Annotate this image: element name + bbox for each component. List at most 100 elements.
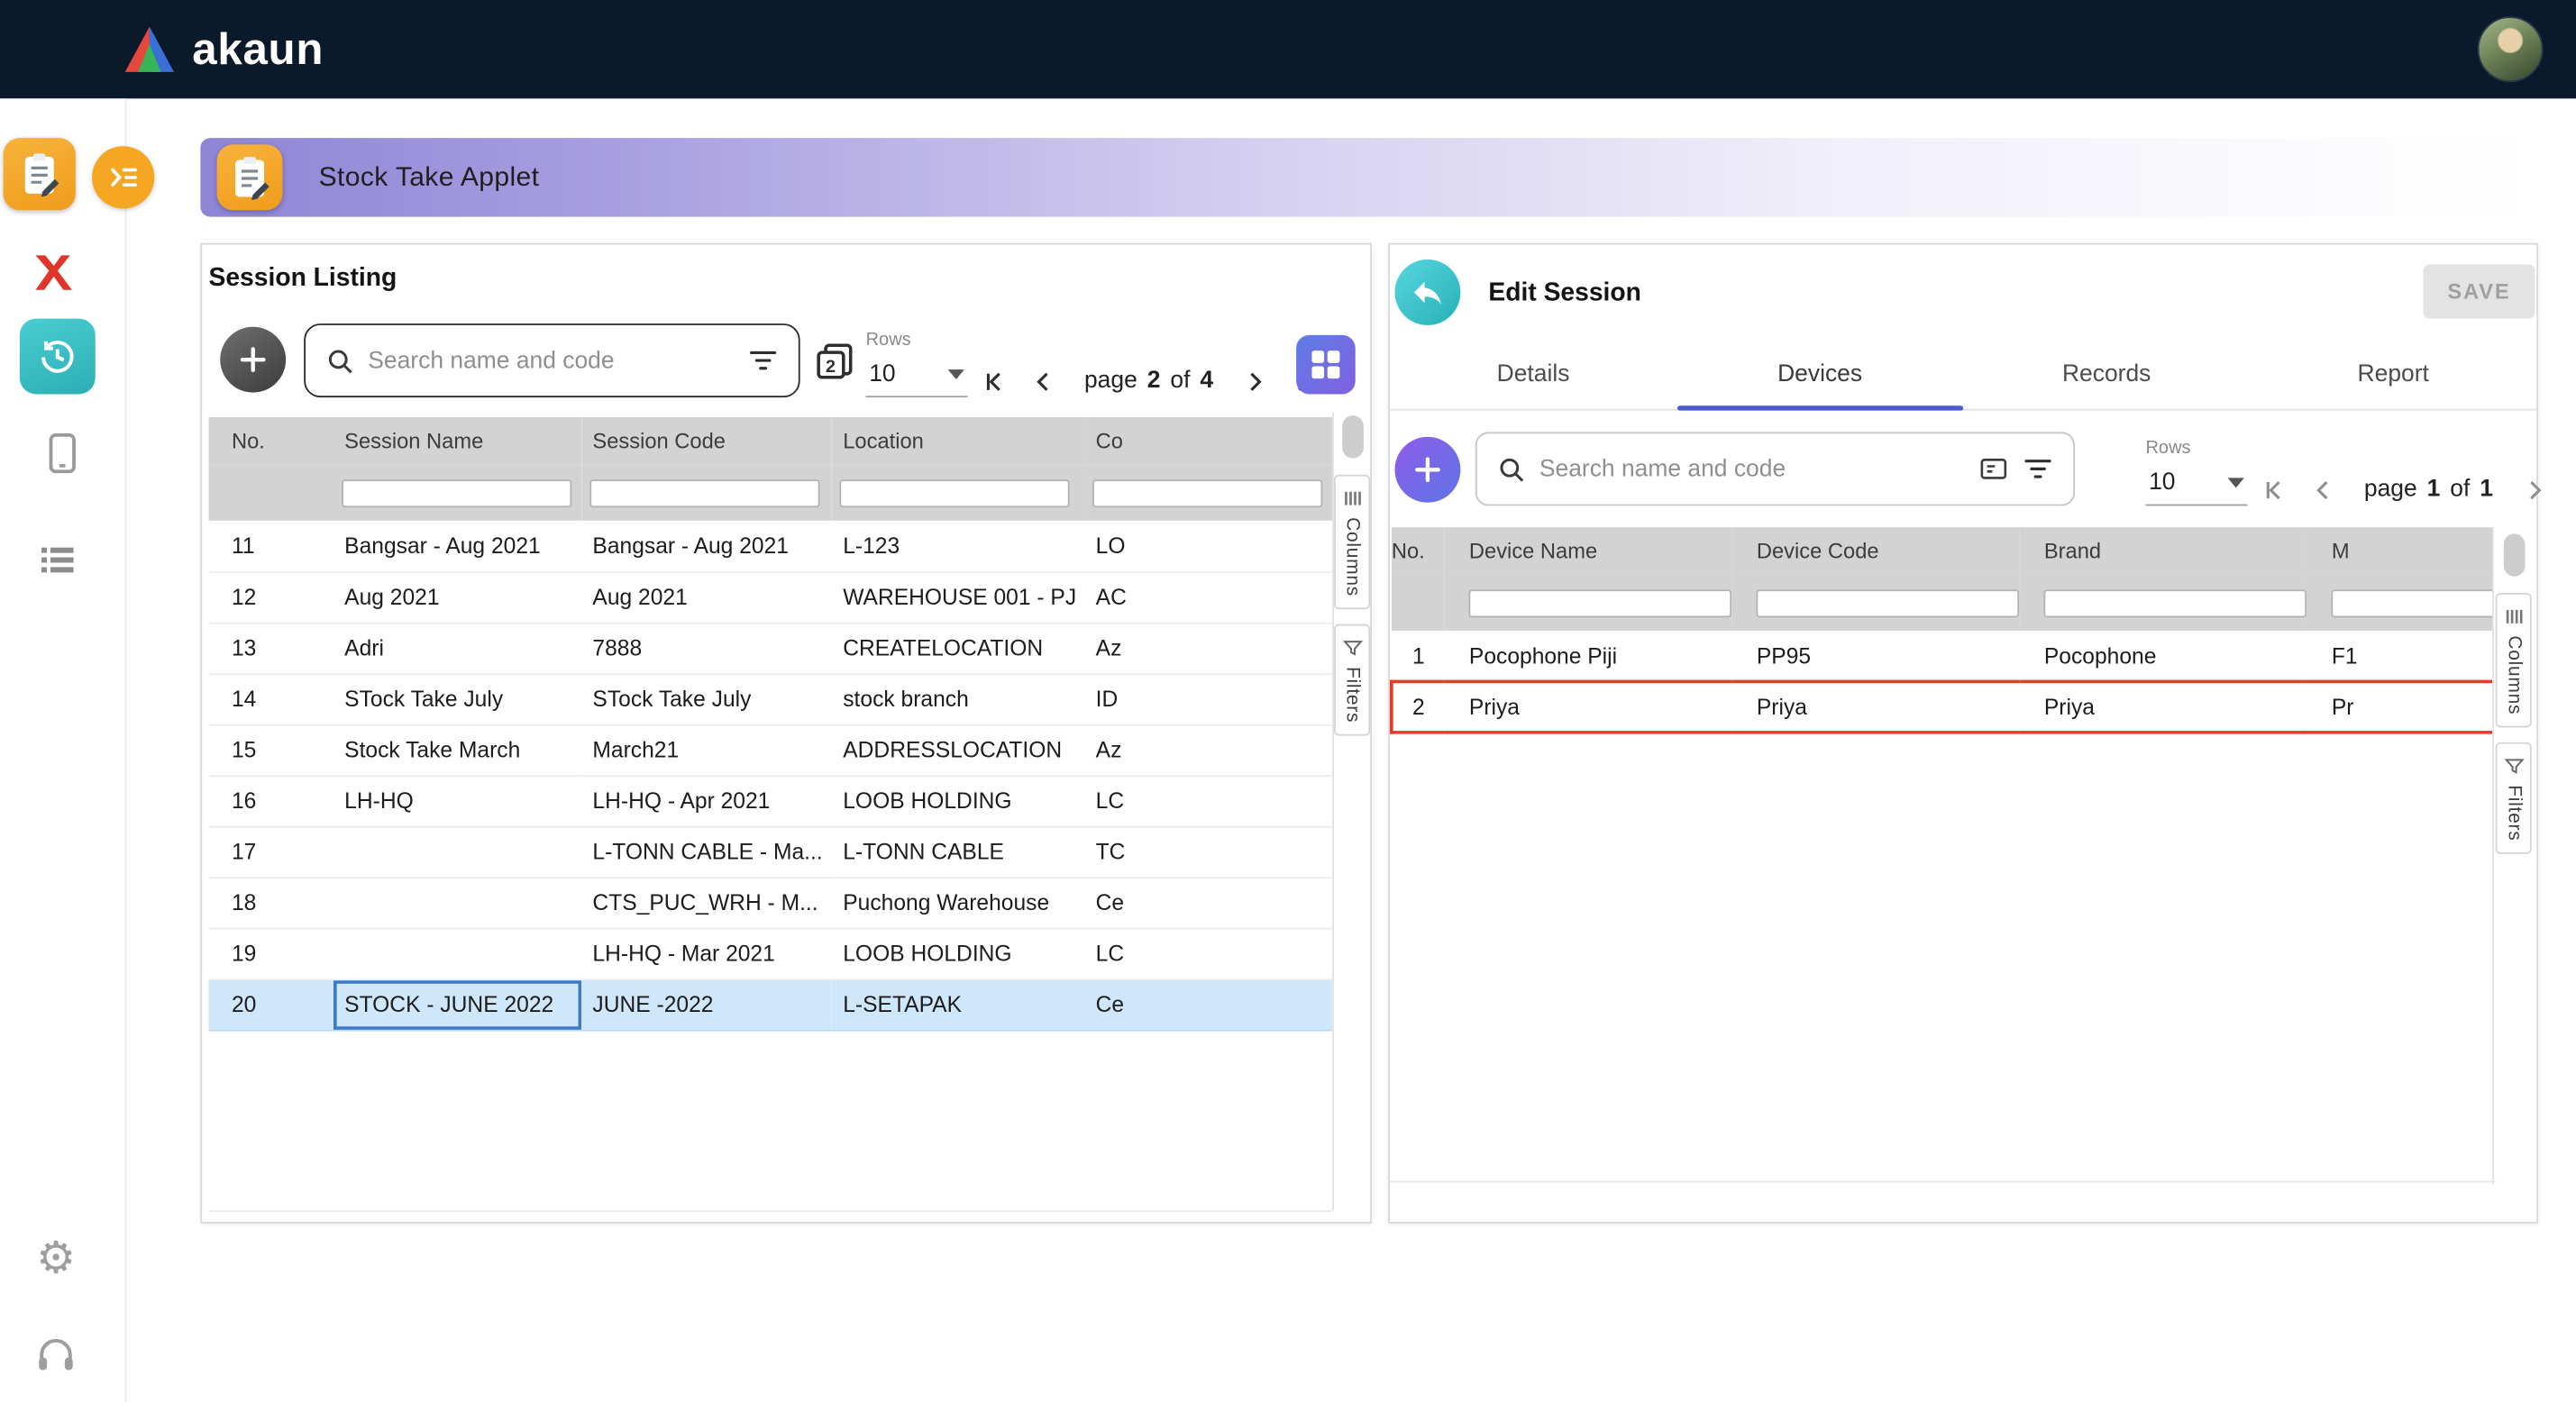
stock-take-applet-icon [4,138,76,210]
session-pagination: page2of4 [978,363,1320,399]
device-search-input[interactable] [1539,456,1965,482]
list-icon [36,539,78,581]
filter-list-icon[interactable] [747,345,779,377]
col-company: Co [1084,417,1332,465]
company-filter-input[interactable] [1092,478,1322,506]
col-device-name: Device Name [1445,527,1732,575]
sidebar-item-settings[interactable]: ⚙ [36,1236,76,1280]
sidebar-item-history[interactable] [20,319,96,395]
table-divider [2492,527,2494,1184]
search-icon [325,346,355,376]
funnel-icon [2503,756,2525,778]
session-row[interactable]: 11Bangsar - Aug 2021Bangsar - Aug 2021L-… [208,521,1332,572]
device-row-highlighted[interactable]: 2PriyaPriyaPriyaPr [1392,681,2492,733]
columns-tab[interactable]: Columns [1334,475,1370,610]
col-location: Location [831,417,1083,465]
next-page-button[interactable] [1237,363,1273,399]
session-listing-panel: Session Listing 2 [200,243,1372,1224]
session-row[interactable]: 15Stock Take MarchMarch21ADDRESSLOCATION… [208,724,1332,776]
tab-report[interactable]: Report [2250,338,2536,408]
back-arrow-icon [1410,274,1446,310]
applet-banner-icon [217,144,283,210]
session-row[interactable]: 14STock Take JulySTock Take Julystock br… [208,673,1332,724]
edit-session-title: Edit Session [1488,279,1641,309]
session-row-selected[interactable]: 20STOCK - JUNE 2022JUNE -2022L-SETAPAKCe [208,979,1332,1030]
tab-details[interactable]: Details [1390,338,1676,408]
save-button[interactable]: SAVE [2423,264,2535,318]
sidebar-item-list-view[interactable] [36,539,78,581]
rows-label: Rows [866,330,968,350]
grid-view-button[interactable] [1296,335,1356,395]
col-session-name: Session Name [333,417,580,465]
first-page-button[interactable] [2257,471,2293,507]
user-avatar[interactable] [2478,16,2544,82]
rows-per-page-select[interactable]: Rows 10 [866,330,968,397]
tab-devices[interactable]: Devices [1676,338,1963,408]
device-pagination: page1of1 [2257,471,2576,507]
rows-per-page-select[interactable]: Rows 10 [2145,439,2247,506]
applet-title: Stock Take Applet [319,162,540,194]
filter-list-icon[interactable] [2023,453,2054,485]
session-row[interactable]: 12Aug 2021Aug 2021WAREHOUSE 001 - PJAC [208,571,1332,623]
session-filter-row [208,465,1332,521]
sidebar-item-support[interactable] [34,1334,77,1376]
sidebar-item-pdf-export[interactable] [28,250,74,296]
chevron-down-icon [2228,478,2244,487]
col-no: No. [1392,527,1445,575]
session-row[interactable]: 16LH-HQLH-HQ - Apr 2021LOOB HOLDINGLC [208,775,1332,826]
prev-page-button[interactable] [2305,471,2341,507]
device-code-filter-input[interactable] [1757,588,2020,616]
col-brand: Brand [2020,527,2307,575]
session-side-strip: Columns Filters [1334,412,1370,751]
location-filter-input[interactable] [840,478,1070,506]
back-button[interactable] [1394,259,1460,325]
device-name-filter-input[interactable] [1469,588,1732,616]
menu-open-icon [105,159,142,196]
history-icon [36,335,78,378]
columns-tab[interactable]: Columns [2496,593,2532,728]
first-page-button[interactable] [978,363,1014,399]
page-indicator: page2of4 [1073,368,1225,394]
page-count-icon[interactable]: 2 [813,340,855,382]
scroll-track [1390,1181,2496,1183]
device-filter-row [1392,575,2492,631]
filters-tab[interactable]: Filters [2496,742,2532,854]
col-no: No. [208,417,333,465]
col-device-code: Device Code [1732,527,2020,575]
session-code-filter-input[interactable] [589,478,819,506]
add-session-button[interactable] [220,327,286,393]
prev-page-button[interactable] [1025,363,1061,399]
brand-logo[interactable]: akaun [122,23,324,76]
next-page-button[interactable] [2516,471,2552,507]
model-filter-input[interactable] [2332,588,2492,616]
brand-name: akaun [192,23,324,75]
selected-cell: STOCK - JUNE 2022 [333,979,580,1030]
edit-session-tabs: Details Devices Records Report [1390,338,2536,410]
session-row[interactable]: 17L-TONN CABLE - Ma...L-TONN CABLETC [208,826,1332,878]
scrollbar-thumb[interactable] [2503,533,2525,576]
sidebar-item-stock-take-applet[interactable] [4,138,76,210]
last-page-button[interactable] [2563,471,2576,507]
svg-text:2: 2 [826,357,836,377]
device-row[interactable]: 1Pocophone PijiPP95PocophoneF1 [1392,631,2492,682]
session-search-box [304,323,799,397]
session-row[interactable]: 19LH-HQ - Mar 2021LOOB HOLDINGLC [208,928,1332,979]
session-name-filter-input[interactable] [342,478,571,506]
session-row[interactable]: 18CTS_PUC_WRH - M...Puchong WarehouseCe [208,877,1332,928]
page-indicator: page1of1 [2352,477,2505,503]
tab-records[interactable]: Records [1963,338,2250,408]
sidebar-item-mobile-devices[interactable] [40,423,86,483]
applet-banner: Stock Take Applet [200,138,2536,216]
session-row[interactable]: 13Adri7888CREATELOCATIONAz [208,623,1332,674]
scroll-track [208,1210,1332,1212]
session-search-input[interactable] [368,348,734,374]
brand-filter-input[interactable] [2044,588,2307,616]
add-device-button[interactable] [1394,437,1460,503]
scrollbar-thumb[interactable] [1341,415,1363,458]
device-search-box [1475,432,2075,505]
expand-menu-button[interactable] [92,146,154,208]
filters-tab[interactable]: Filters [1334,624,1370,736]
rows-value: 10 [869,361,895,387]
rows-label: Rows [2145,439,2247,459]
card-view-icon[interactable] [1978,453,2010,485]
